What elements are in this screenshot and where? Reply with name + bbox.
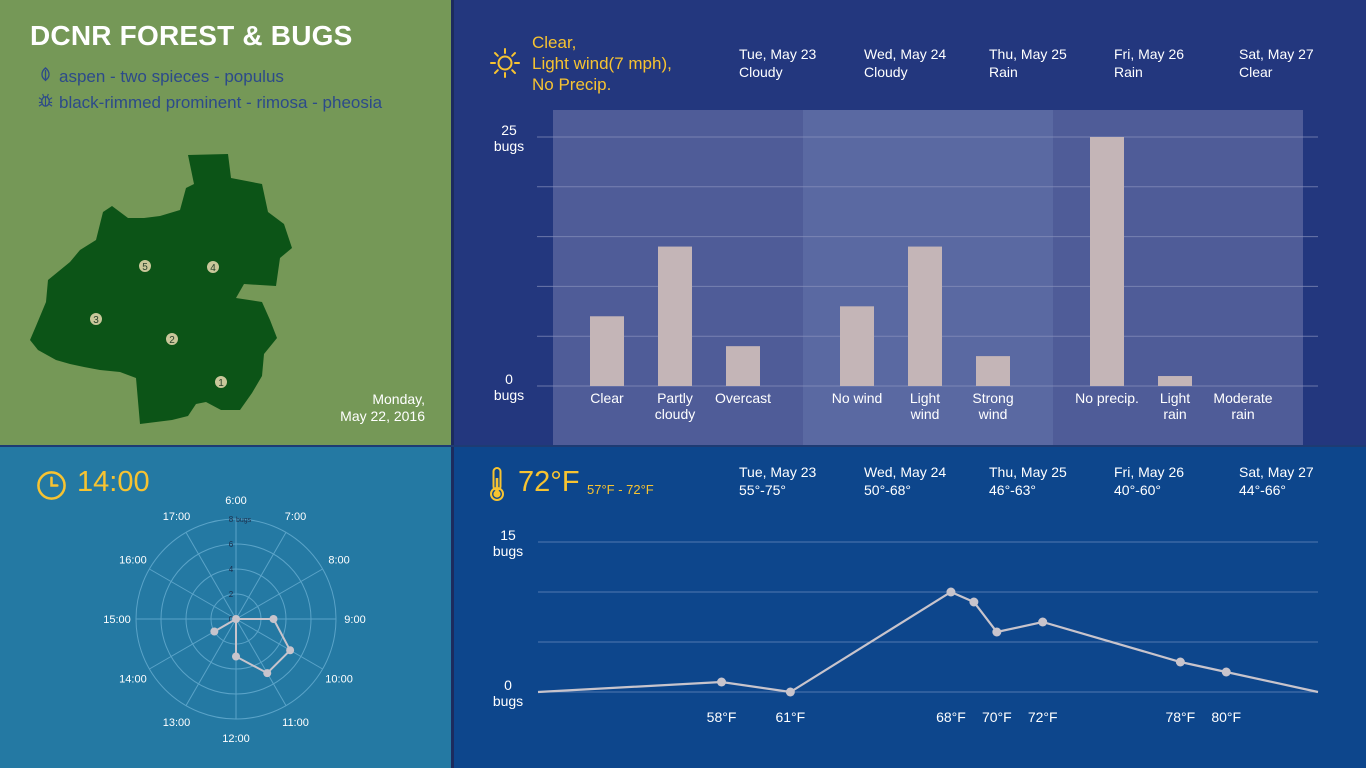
map-marker-4[interactable]: 4 [206,260,220,275]
bar-category-label: Partly cloudy [655,390,695,422]
temperature-panel: 72°F 57°F - 72°F Tue, May 23 55°-75° Wed… [453,446,1366,768]
line-point[interactable] [785,687,795,697]
line-x-tick-label: 72°F [1028,709,1058,725]
radar-hour-label: 14:00 [119,674,147,686]
bar-clear[interactable] [590,316,624,386]
bar-category-label: Clear [590,390,624,406]
line-point[interactable] [946,587,956,597]
map-marker-label: 2 [169,335,175,346]
bar-y-tick-label: 25 [501,122,517,138]
bar-y-tick-unit: bugs [494,387,524,403]
bar-category-label: Light wind [910,390,941,422]
bar-overcast[interactable] [726,346,760,386]
radar-tick-label: 6 [229,540,234,549]
map-marker-label: 4 [210,263,216,274]
bar-light-rain[interactable] [1158,376,1192,386]
bar-category-label: Light rain [1160,390,1190,422]
forest-map: 1 2 3 4 5 [30,154,292,424]
radar-unit-label: bugs [236,517,252,524]
hourly-radar-chart: 6:00 7:00 8:00 9:00 10:00 11:00 12:00 13:00 14:0… [103,495,365,745]
radar-tick-label: 4 [229,565,234,574]
radar-tick-label: 2 [229,590,234,599]
bar-y-tick-label: 0 [505,371,513,387]
radar-hour-label: 8:00 [328,555,349,567]
radar-center-point [232,615,240,623]
time-panel: 14:00 6:00 7:00 8:00 9:00 10:00 11:00 12:00 13:… [0,446,453,768]
line-y-tick-unit: bugs [493,693,523,709]
line-point[interactable] [1221,667,1231,677]
date-weekday: Monday, [372,391,425,407]
line-x-tick-label: 70°F [982,709,1012,725]
bar-partly-cloudy[interactable] [658,246,692,386]
line-point[interactable] [992,627,1002,637]
temperature-line-chart: 0bugs15bugs58°F 61°F 68°F 70°F 72°F 78°F 80°F [493,527,1319,725]
radar-point[interactable] [210,627,219,636]
line-y-tick-unit: bugs [493,543,523,559]
forest-map-shape [30,154,292,424]
radar-point[interactable] [232,652,240,661]
map-marker-3[interactable]: 3 [89,312,103,327]
current-date: Monday, May 22, 2016 [340,391,425,425]
radar-hour-label: 12:00 [222,733,250,745]
line-point[interactable] [1175,657,1185,667]
radar-hour-label: 7:00 [285,511,306,523]
radar-spoke [235,532,287,620]
line-x-tick-label: 78°F [1165,709,1195,725]
map-marker-5[interactable]: 5 [138,259,152,274]
bar-category-label: No wind [832,390,883,406]
bar-y-tick-unit: bugs [494,138,524,154]
weather-panel: Clear, Light wind(7 mph), No Precip. Tue… [453,0,1366,446]
line-x-tick-label: 68°F [936,709,966,725]
radar-point[interactable] [286,646,295,655]
map-marker-2[interactable]: 2 [165,332,179,347]
radar-hour-label: 9:00 [344,614,365,626]
line-point[interactable] [969,597,979,607]
bar-light-wind[interactable] [908,246,942,386]
date-full: May 22, 2016 [340,408,425,424]
bar-category-label: Overcast [715,390,771,406]
forest-panel: DCNR FOREST & BUGS aspen - two spieces -… [0,0,453,446]
radar-hour-label: 11:00 [282,717,309,729]
panel-divider-vertical [451,0,454,768]
radar-tick-label: 8 [229,515,234,524]
map-marker-label: 3 [93,315,99,326]
line-x-tick-label: 58°F [707,709,737,725]
radar-hour-label: 6:00 [225,495,246,507]
radar-hour-label: 15:00 [103,614,131,626]
weather-bar-chart: 0bugs25bugsClear Partly cloudyOvercast No w… [494,110,1318,446]
line-point[interactable] [1038,617,1048,627]
radar-hour-label: 13:00 [163,717,191,729]
line-x-tick-label: 61°F [775,709,805,725]
line-x-tick-label: 80°F [1211,709,1241,725]
bar-no-precip-[interactable] [1090,137,1124,386]
bar-no-wind[interactable] [840,306,874,386]
radar-hour-label: 17:00 [163,511,191,523]
map-marker-1[interactable]: 1 [214,375,228,390]
line-y-tick-label: 15 [500,527,516,543]
map-marker-label: 1 [218,378,224,389]
bar-category-label: No precip. [1075,390,1139,406]
radar-hour-label: 16:00 [119,555,147,567]
radar-point[interactable] [263,669,272,678]
bar-strong-wind[interactable] [976,356,1010,386]
radar-hour-label: 10:00 [325,674,353,686]
line-y-tick-label: 0 [504,677,512,693]
radar-point[interactable] [269,615,278,623]
line-point[interactable] [717,677,727,687]
map-marker-label: 5 [142,262,148,273]
radar-spoke [235,568,323,620]
panel-divider-horizontal [0,445,1366,447]
radar-spoke [149,568,237,620]
radar-series-line [213,618,292,675]
